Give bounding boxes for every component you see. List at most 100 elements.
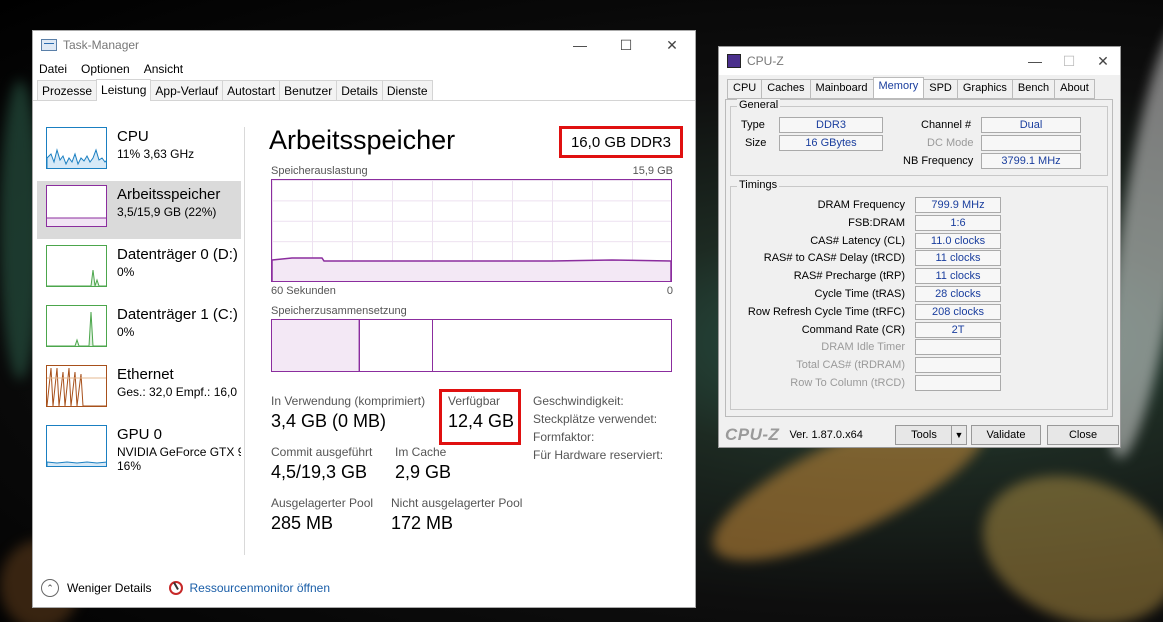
sidebar-item-cpu[interactable]: CPU 11% 3,63 GHz [37,123,241,181]
tab-processes[interactable]: Prozesse [37,80,98,100]
sidebar-divider[interactable] [244,127,245,555]
cached-value: 2,9 GB [395,462,452,482]
available-value: 12,4 GB [448,411,515,431]
dc-mode-value [981,135,1081,151]
cpuz-close-button[interactable]: ✕ [1086,47,1120,75]
close-button[interactable]: ✕ [649,31,695,59]
sidebar-item-disk-1[interactable]: Datenträger 1 (C:) 0% [37,301,241,359]
timing-label: Cycle Time (tRAS) [814,288,905,300]
tab-bar: Prozesse Leistung App-Verlauf Autostart … [33,79,695,101]
cpuz-maximize-button[interactable]: ☐ [1052,47,1086,75]
cpuz-tab-bar: CPU Caches Mainboard Memory SPD Graphics… [727,77,1095,99]
paged-pool-value: 285 MB [271,513,334,533]
tools-button[interactable]: Tools [895,425,953,445]
tab-details[interactable]: Details [336,80,383,100]
timing-value: 11 clocks [915,250,1001,267]
sidebar-gpu-name: GPU 0 [117,426,163,443]
sidebar-memory-detail: 3,5/15,9 GB (22%) [117,205,217,219]
in-use-label: In Verwendung (komprimiert) [271,394,426,408]
form-factor-label: Formfaktor: [533,430,595,444]
graph-time-left: 60 Sekunden [271,285,336,297]
menu-options[interactable]: Optionen [81,62,130,76]
timing-value: 11.0 clocks [915,232,1001,249]
menu-bar: Datei Optionen Ansicht [33,59,695,79]
nonpaged-pool-label: Nicht ausgelagerter Pool [391,496,523,510]
gpu-thumbnail-graph [46,425,107,467]
usage-graph-max: 15,9 GB [632,165,673,177]
menu-file[interactable]: Datei [39,62,67,76]
cpuz-tab-about[interactable]: About [1054,79,1095,99]
timings-group-title: Timings [737,179,780,191]
cpuz-tab-cpu[interactable]: CPU [727,79,763,99]
fewer-details-link[interactable]: Weniger Details [67,581,151,595]
type-value: DDR3 [779,117,883,133]
usage-graph-label: Speicherauslastung [271,165,368,177]
timing-value: 208 clocks [915,303,1001,320]
cpuz-tab-memory[interactable]: Memory [872,77,925,99]
timing-label: Total CAS# (tRDRAM) [796,359,905,372]
sidebar-item-ethernet[interactable]: Ethernet Ges.: 32,0 Empf.: 16,0 KBit/s [37,361,241,419]
validate-button[interactable]: Validate [971,425,1041,445]
available-label: Verfügbar [448,394,501,408]
chevron-up-icon[interactable]: ⌃ [41,579,59,597]
tab-services[interactable]: Dienste [381,80,433,100]
window-title: Task-Manager [63,38,140,52]
timing-label: DRAM Frequency [817,199,905,211]
wallpaper-streak [962,450,1163,622]
sidebar-item-memory[interactable]: Arbeitsspeicher 3,5/15,9 GB (22%) [37,181,241,239]
disk1-thumbnail-graph [46,305,107,347]
composition-standby-edge [432,320,433,371]
title-bar[interactable]: Task-Manager — ☐ ✕ [33,31,695,59]
timing-value: 28 clocks [915,286,1001,302]
timing-label: RAS# to CAS# Delay (tRCD) [763,252,905,265]
sidebar-gpu-usage: 16% [117,459,142,473]
hardware-reserved-label: Für Hardware reserviert: [533,448,664,462]
maximize-button[interactable]: ☐ [603,31,649,59]
cpuz-logo-icon [727,54,741,68]
timing-value: 1:6 [915,214,1001,231]
cpuz-tab-graphics[interactable]: Graphics [956,79,1013,99]
resource-monitor-link[interactable]: Ressourcenmonitor öffnen [189,581,330,595]
speed-label: Geschwindigkeit: [533,394,624,408]
memory-thumbnail-graph [46,185,107,227]
sidebar-item-disk-0[interactable]: Datenträger 0 (D:) 0% [37,241,241,299]
cpuz-minimize-button[interactable]: — [1018,47,1052,75]
sidebar-cpu-detail: 11% 3,63 GHz [117,147,195,161]
close-button-cpuz[interactable]: Close [1047,425,1119,445]
tab-performance[interactable]: Leistung [96,79,152,101]
timing-value [915,375,1001,391]
disk0-thumbnail-graph [46,245,107,287]
type-label: Type [741,119,765,131]
tab-startup[interactable]: Autostart [222,80,281,100]
in-use-value: 3,4 GB (0 MB) [271,411,387,431]
tab-app-history[interactable]: App-Verlauf [150,80,224,100]
timing-label: CAS# Latency (CL) [810,234,905,247]
general-group-title: General [737,99,781,111]
cpuz-title-bar[interactable]: CPU-Z — ☐ ✕ [719,47,1120,75]
cpuz-tab-caches[interactable]: Caches [761,79,811,99]
timing-label: FSB:DRAM [848,216,905,229]
composition-modified [358,320,359,371]
timings-group: Timings DRAM Frequency 799.9 MHz FSB:DRAM 1… [730,179,1108,410]
tab-users[interactable]: Benutzer [279,80,338,100]
cpuz-window: CPU-Z — ☐ ✕ CPU Caches Mainboard Memory … [718,46,1121,448]
cpuz-tab-spd[interactable]: SPD [923,79,958,99]
sidebar-ethernet-name: Ethernet [117,366,174,383]
sidebar-disk0-name: Datenträger 0 (D:) [117,246,238,263]
sidebar-ethernet-detail: Ges.: 32,0 Empf.: 16,0 KBit/s [117,385,241,399]
tools-dropdown-icon[interactable]: ▼ [951,425,967,445]
sidebar-item-gpu[interactable]: GPU 0 NVIDIA GeForce GTX 970 16% [37,421,241,479]
timing-label: DRAM Idle Timer [821,341,905,354]
committed-value: 4,5/19,3 GB [271,462,368,482]
sidebar-gpu-detail: NVIDIA GeForce GTX 970 [117,445,241,459]
ethernet-thumbnail-graph [46,365,107,407]
minimize-button[interactable]: — [557,31,603,59]
resource-monitor-icon [169,581,184,595]
timing-label: RAS# Precharge (tRP) [793,270,905,283]
nonpaged-pool-value: 172 MB [391,513,454,533]
cpuz-tab-bench[interactable]: Bench [1011,79,1056,99]
cpuz-tab-mainboard[interactable]: Mainboard [809,79,874,99]
cpuz-brand: CPU-Z [725,425,780,444]
menu-view[interactable]: Ansicht [144,62,183,76]
timing-label: Row To Column (tRCD) [790,377,905,389]
